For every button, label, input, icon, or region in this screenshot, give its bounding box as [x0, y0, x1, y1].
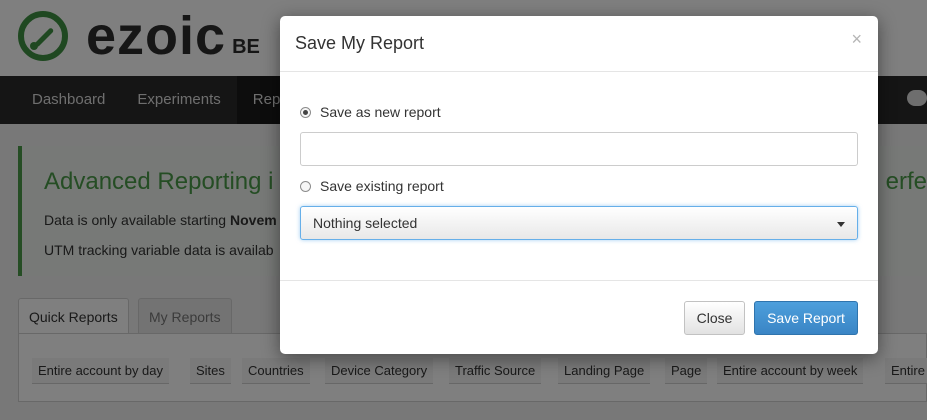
- save-new-label: Save as new report: [320, 104, 441, 120]
- modal-header: Save My Report ×: [280, 16, 878, 72]
- save-new-option[interactable]: Save as new report: [300, 104, 441, 120]
- close-icon[interactable]: ×: [851, 30, 862, 48]
- save-report-modal: Save My Report × Save as new report Save…: [280, 16, 878, 354]
- save-existing-option[interactable]: Save existing report: [300, 178, 444, 194]
- existing-report-select[interactable]: Nothing selected: [300, 206, 858, 240]
- existing-report-selected: Nothing selected: [313, 215, 418, 231]
- chevron-down-icon: [837, 222, 845, 227]
- new-report-name-input[interactable]: [300, 132, 858, 166]
- save-report-button[interactable]: Save Report: [754, 301, 858, 335]
- save-existing-label: Save existing report: [320, 178, 444, 194]
- save-existing-radio[interactable]: [300, 180, 311, 192]
- modal-footer: Close Save Report: [280, 280, 878, 354]
- close-button[interactable]: Close: [684, 301, 745, 335]
- save-new-radio[interactable]: [300, 106, 311, 118]
- modal-title: Save My Report: [295, 33, 425, 53]
